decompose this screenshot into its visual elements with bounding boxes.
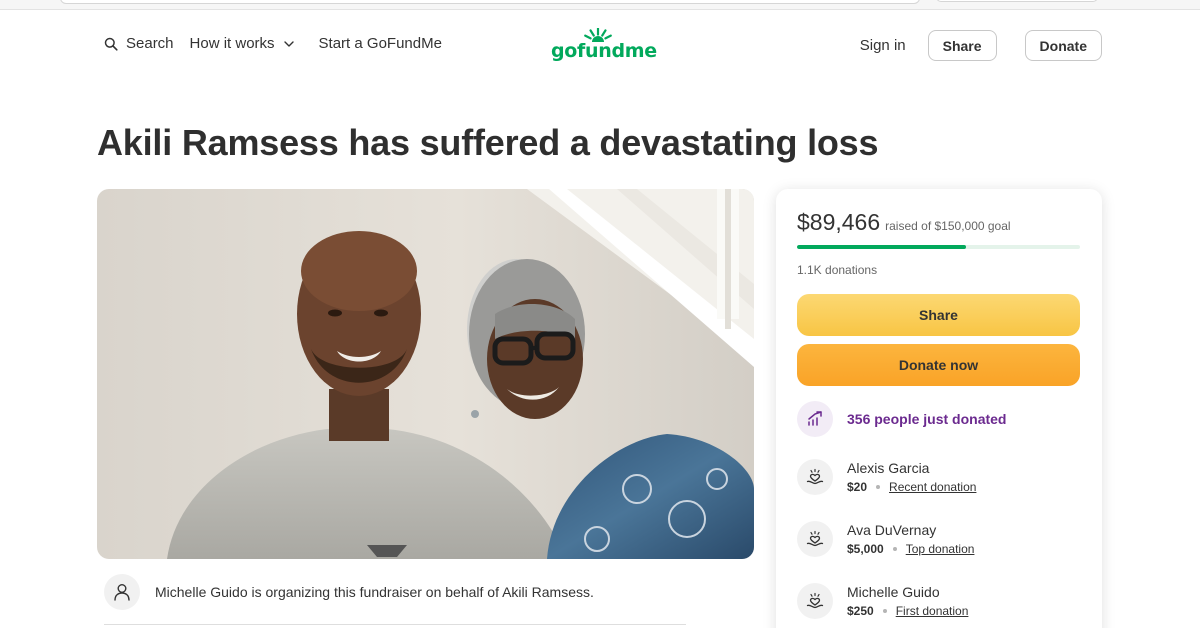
how-it-works-label: How it works [189,35,275,52]
donor-info: Ava DuVernay $5,000 Top donation [847,522,974,556]
search-link[interactable]: Search [104,35,174,52]
how-it-works-menu[interactable]: How it works [190,35,295,52]
donate-now-button[interactable]: Donate now [797,344,1080,386]
chevron-down-icon [283,38,295,50]
top-donation-link[interactable]: Top donation [906,542,975,556]
donor-meta: $20 Recent donation [847,480,976,494]
donor-row: Michelle Guido $250 First donation [797,583,968,619]
raised-summary: $89,466 raised of $150,000 goal [797,209,1011,236]
donor-name: Ava DuVernay [847,522,937,538]
donor-info: Michelle Guido $250 First donation [847,584,968,618]
browser-top-strip [0,0,1200,10]
separator-dot [876,485,881,489]
toolbar-button-fragment[interactable] [936,0,1098,2]
share-button[interactable]: Share [797,294,1080,336]
donor-row: Alexis Garcia $20 Recent donation [797,459,976,495]
start-gofundme-link[interactable]: Start a GoFundMe [319,35,442,52]
donation-hand-heart-icon [797,583,833,619]
donor-amount: $250 [847,604,874,618]
organizer-row: Michelle Guido is organizing this fundra… [104,574,594,610]
donor-amount: $5,000 [847,542,884,556]
organizer-divider [104,624,686,625]
donation-hand-heart-icon [797,459,833,495]
top-navigation: Search How it works Start a GoFundMe gof… [0,10,1200,80]
donor-name: Alexis Garcia [847,460,930,476]
nav-share-button[interactable]: Share [927,30,997,61]
recent-donation-link[interactable]: Recent donation [889,480,976,494]
progress-fill [797,245,966,249]
donor-info: Alexis Garcia $20 Recent donation [847,460,976,494]
campaign-photo-image [97,189,754,559]
user-icon [114,584,130,601]
separator-dot [892,547,897,551]
raised-amount: $89,466 [797,209,881,235]
donor-name: Michelle Guido [847,584,940,600]
gofundme-logo[interactable]: gofundme [551,28,657,64]
donations-count: 1.1K donations [797,263,878,277]
donation-hand-heart-icon [797,521,833,557]
donation-card: $89,466 raised of $150,000 goal 1.1K don… [776,189,1102,628]
donor-amount: $20 [847,480,868,494]
recent-activity: 356 people just donated [797,401,1006,437]
recent-donations-text[interactable]: 356 people just donated [847,411,1006,427]
first-donation-link[interactable]: First donation [896,604,969,618]
search-icon [104,37,118,51]
address-bar-fragment[interactable] [60,0,920,4]
separator-dot [882,609,887,613]
donor-meta: $250 First donation [847,604,968,618]
sign-in-link[interactable]: Sign in [860,37,906,54]
donor-row: Ava DuVernay $5,000 Top donation [797,521,974,557]
search-label: Search [126,35,174,52]
organizer-avatar[interactable] [104,574,140,610]
campaign-photo[interactable] [97,189,754,559]
nav-right-group: Sign in Share Donate [860,30,1102,61]
progress-bar [797,245,1080,249]
campaign-title: Akili Ramsess has suffered a devastating… [97,122,879,163]
raised-goal: raised of $150,000 goal [885,219,1011,233]
nav-left-group: Search How it works Start a GoFundMe [104,35,442,52]
trending-up-icon [797,401,833,437]
nav-donate-button[interactable]: Donate [1024,30,1102,61]
donor-meta: $5,000 Top donation [847,542,974,556]
logo-wordmark: gofundme [551,40,657,62]
organizer-text: Michelle Guido is organizing this fundra… [155,584,594,600]
